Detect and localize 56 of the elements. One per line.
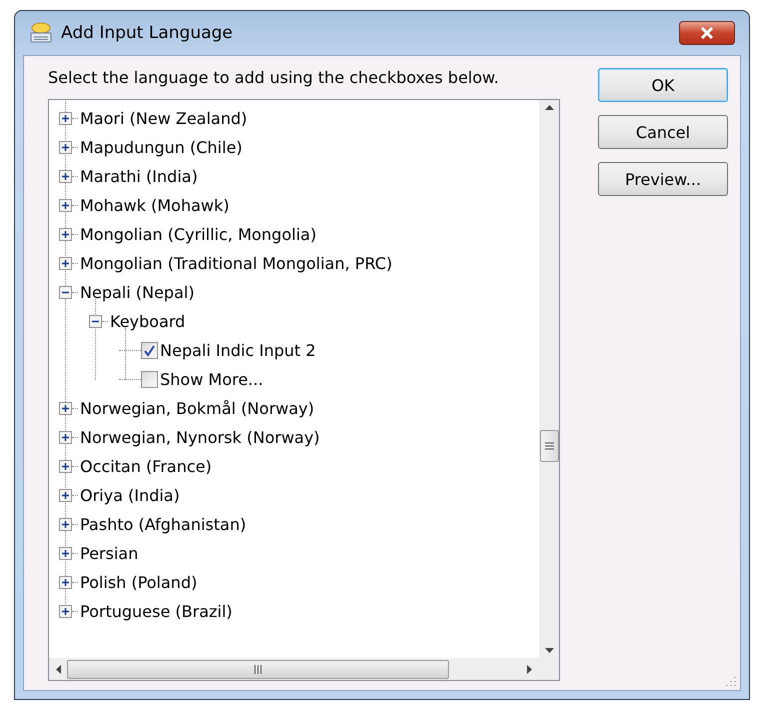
close-icon — [700, 27, 714, 39]
scrollbar-thumb[interactable] — [540, 430, 559, 462]
horizontal-scrollbar[interactable] — [49, 658, 539, 680]
dialog-button[interactable]: OK — [598, 68, 728, 102]
tree-item[interactable]: Norwegian, Nynorsk (Norway) — [78, 428, 320, 447]
tree-item[interactable]: Mapudungun (Chile) — [78, 138, 242, 157]
dialog-button[interactable]: Preview... — [598, 162, 728, 196]
tree-item[interactable]: Oriya (India) — [78, 486, 180, 505]
scroll-down-icon[interactable] — [544, 648, 554, 654]
expand-icon[interactable] — [59, 460, 72, 473]
tree-item[interactable]: Keyboard — [108, 312, 186, 331]
resize-grip-icon[interactable] — [725, 675, 737, 687]
tree-item[interactable]: Maori (New Zealand) — [78, 109, 248, 128]
tree-item[interactable]: Portuguese (Brazil) — [78, 602, 232, 621]
tree-item[interactable]: Occitan (France) — [78, 457, 212, 476]
expand-icon[interactable] — [59, 431, 72, 444]
tree-item[interactable]: Mongolian (Traditional Mongolian, PRC) — [78, 254, 392, 273]
expand-icon[interactable] — [59, 141, 72, 154]
expand-icon[interactable] — [59, 605, 72, 618]
tree-item[interactable]: Polish (Poland) — [78, 573, 198, 592]
expand-icon[interactable] — [59, 547, 72, 560]
expand-icon[interactable] — [59, 489, 72, 502]
grip-icon — [545, 442, 554, 450]
scroll-up-icon[interactable] — [544, 104, 554, 110]
tree-item[interactable]: Mongolian (Cyrillic, Mongolia) — [78, 225, 316, 244]
scroll-right-icon[interactable] — [527, 664, 533, 674]
expand-icon[interactable] — [59, 228, 72, 241]
dialog-button[interactable]: Cancel — [598, 115, 728, 149]
tree-item[interactable]: Pashto (Afghanistan) — [78, 515, 246, 534]
tree-item[interactable]: Nepali Indic Input 2 — [158, 341, 316, 360]
tree-item[interactable]: Marathi (India) — [78, 167, 198, 186]
expand-icon[interactable] — [59, 199, 72, 212]
collapse-icon[interactable] — [59, 286, 72, 299]
window-title: Add Input Language — [61, 23, 234, 43]
grip-icon — [254, 664, 262, 674]
expand-icon[interactable] — [59, 402, 72, 415]
expand-icon[interactable] — [59, 518, 72, 531]
checkbox[interactable] — [141, 342, 158, 359]
keyboard-icon — [29, 22, 53, 44]
tree-item[interactable]: Nepali (Nepal) — [78, 283, 194, 302]
tree-item[interactable]: Norwegian, Bokmål (Norway) — [78, 399, 314, 418]
checkmark-icon — [143, 344, 156, 356]
tree-item[interactable]: Show More... — [158, 370, 264, 389]
tree-item[interactable]: Mohawk (Mohawk) — [78, 196, 230, 215]
vertical-scrollbar[interactable] — [539, 100, 559, 658]
collapse-icon[interactable] — [89, 315, 102, 328]
tree-item[interactable]: Persian — [78, 544, 138, 563]
scroll-left-icon[interactable] — [55, 664, 61, 674]
expand-icon[interactable] — [59, 576, 72, 589]
expand-icon[interactable] — [59, 257, 72, 270]
scrollbar-thumb[interactable] — [67, 660, 449, 678]
checkbox[interactable] — [141, 371, 158, 388]
instruction-text: Select the language to add using the checkboxes below. — [48, 68, 500, 87]
expand-icon[interactable] — [59, 112, 72, 125]
expand-icon[interactable] — [59, 170, 72, 183]
close-button[interactable] — [679, 21, 735, 45]
